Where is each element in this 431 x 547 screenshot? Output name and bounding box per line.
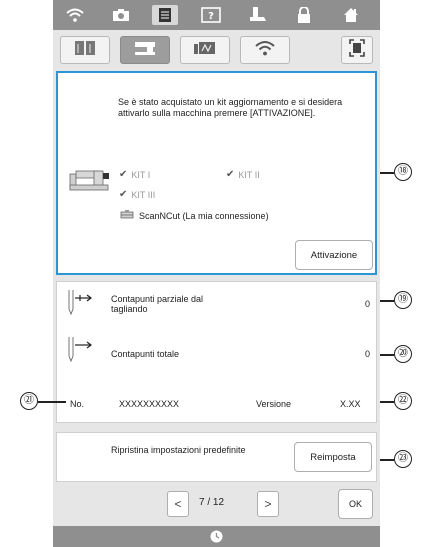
svg-text:?: ?	[208, 11, 214, 22]
fullscreen-button[interactable]	[341, 36, 373, 64]
reset-button[interactable]: Reimposta	[294, 442, 372, 472]
callout-21: ㉑	[20, 392, 38, 410]
page-indicator: 7 / 12	[199, 497, 224, 508]
needle-total-icon	[65, 337, 93, 368]
version-label: Versione	[256, 399, 292, 409]
needle-partial-icon	[65, 290, 93, 321]
next-page-button[interactable]: >	[257, 491, 279, 517]
bottom-status-bar	[53, 526, 380, 547]
scanncut-icon	[120, 210, 139, 222]
scanncut-label: ScanNCut (La mia connessione)	[139, 211, 269, 221]
partial-counter-label: Contapunti parziale dal tagliando	[111, 294, 204, 314]
check-icon: ✔	[226, 169, 235, 180]
kit-1-status: ✔ KIT I	[119, 169, 150, 180]
kit-3-label: KIT III	[131, 189, 156, 200]
clock-icon[interactable]	[210, 530, 223, 547]
check-icon: ✔	[119, 169, 128, 180]
total-counter-label: Contapunti totale	[111, 349, 180, 359]
fullscreen-icon	[349, 38, 365, 62]
current-page: 7	[199, 497, 205, 508]
callout-18-leader	[380, 172, 394, 174]
upgrade-kit-panel: Se è stato acquistato un kit aggiornamen…	[56, 71, 377, 275]
activate-button[interactable]: Attivazione	[295, 240, 373, 270]
camera-icon[interactable]	[108, 5, 134, 25]
upgrade-kit-message: Se è stato acquistato un kit aggiornamen…	[118, 97, 343, 118]
callout-19-leader	[380, 300, 394, 302]
embroidery-settings-icon	[193, 40, 217, 61]
callout-22: ㉒	[394, 392, 412, 410]
previous-page-button[interactable]: <	[167, 491, 189, 517]
lock-icon[interactable]	[291, 5, 317, 25]
version-value: X.XX	[340, 399, 361, 409]
wireless-icon	[254, 40, 276, 61]
callout-20: ⑳	[394, 345, 412, 363]
total-counter-value: 0	[365, 349, 371, 359]
presser-foot-icon[interactable]	[245, 5, 271, 25]
scanncut-connection: ScanNCut (La mia connessione)	[120, 210, 269, 222]
serial-number-value: XXXXXXXXXX	[119, 399, 180, 409]
callout-23: ㉓	[394, 450, 412, 468]
book-settings-icon	[74, 40, 96, 61]
partial-counter-value: 0	[365, 299, 371, 309]
callout-20-leader	[380, 354, 394, 356]
machine-settings-icon	[133, 40, 157, 61]
machine-illustration-icon	[68, 165, 110, 198]
callout-18: ⑱	[394, 163, 412, 181]
tab-embroidery[interactable]	[180, 36, 230, 64]
reset-settings-label: Ripristina impostazioni predefinite	[111, 445, 246, 455]
top-toolbar: ?	[53, 0, 380, 30]
wifi-icon[interactable]	[62, 5, 88, 25]
tab-general[interactable]	[60, 36, 110, 64]
serial-number-label: No.	[70, 399, 85, 409]
callout-22-leader	[380, 401, 394, 403]
tab-network[interactable]	[240, 36, 290, 64]
kit-2-label: KIT II	[238, 169, 260, 180]
settings-category-tabs	[53, 31, 380, 69]
callout-23-leader	[380, 459, 394, 461]
page-separator: /	[207, 497, 211, 508]
settings-page-icon[interactable]	[152, 5, 178, 25]
kit-3-status: ✔ KIT III	[119, 189, 155, 200]
callout-19: ⑲	[394, 291, 412, 309]
check-icon: ✔	[119, 189, 128, 200]
machine-screen: ? Se è stato acquistato un kit aggiornam…	[53, 0, 380, 547]
machine-info-panel: Contapunti parziale dal tagliando 0 Cont…	[56, 281, 377, 423]
total-pages: 12	[212, 497, 225, 508]
home-icon[interactable]	[338, 5, 364, 25]
kit-2-status: ✔ KIT II	[226, 169, 260, 180]
help-icon[interactable]: ?	[198, 5, 224, 25]
ok-button[interactable]: OK	[338, 489, 373, 519]
reset-settings-panel: Ripristina impostazioni predefinite Reim…	[56, 432, 377, 482]
tab-machine[interactable]	[120, 36, 170, 64]
kit-1-label: KIT I	[131, 169, 151, 180]
callout-21-leader	[38, 401, 66, 403]
